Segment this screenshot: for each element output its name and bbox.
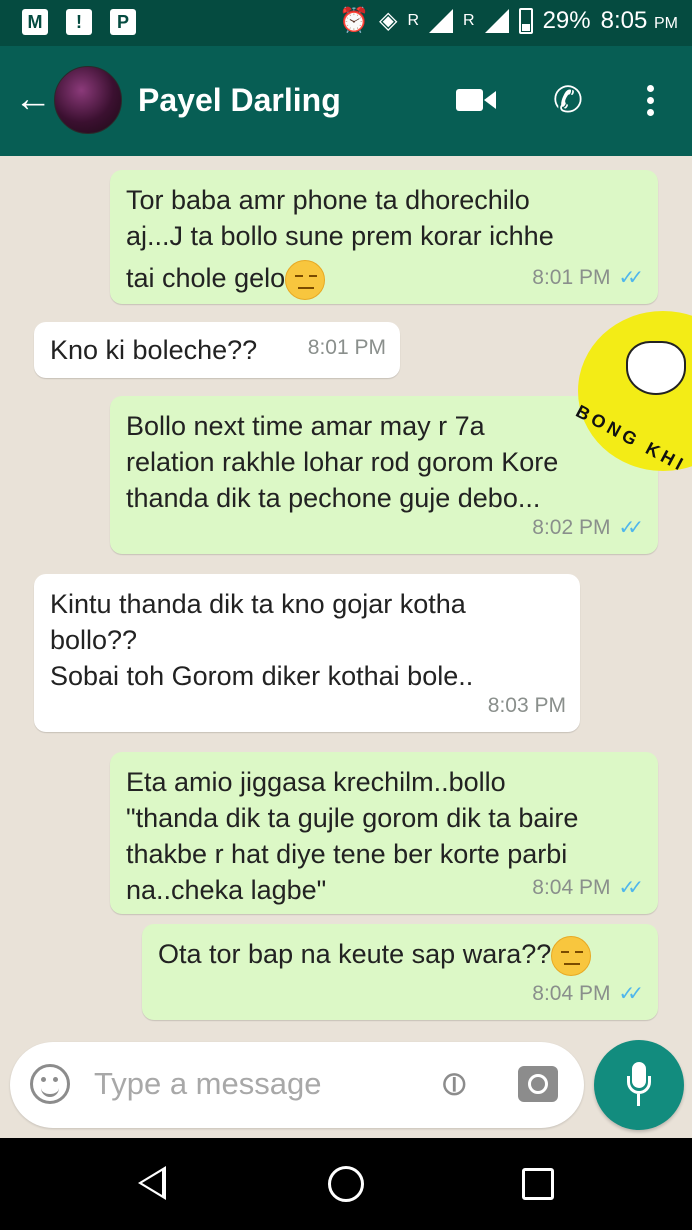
message-line: Kintu thanda dik ta kno gojar kotha <box>50 589 466 619</box>
message-line: Eta amio jiggasa krechilm..bollo <box>126 767 506 797</box>
gmail-icon: M <box>22 9 48 35</box>
camera-icon[interactable] <box>518 1066 558 1102</box>
message-bubble-outgoing[interactable]: Eta amio jiggasa krechilm..bollo "thanda… <box>110 752 658 914</box>
message-text: Ota tor bap na keute sap wara?? <box>158 936 642 976</box>
message-line: Ota tor bap na keute sap wara?? <box>158 939 552 970</box>
message-meta: 8:02 PM ✓✓ <box>532 510 644 546</box>
signal-icon <box>484 8 509 33</box>
avatar[interactable] <box>54 66 122 134</box>
paytm-icon: P <box>110 9 136 35</box>
message-line: Tor baba amr phone ta dhorechilo <box>126 185 530 215</box>
message-time: 8:04 PM <box>532 876 611 899</box>
message-input-bar: Type a message ⊘ <box>0 1038 692 1138</box>
system-nav-bar <box>0 1138 692 1230</box>
read-ticks-icon: ✓✓ <box>618 877 643 899</box>
expressionless-face-icon <box>551 936 592 976</box>
message-bubble-incoming[interactable]: Kintu thanda dik ta kno gojar kotha boll… <box>34 574 580 732</box>
message-line: "thanda dik ta gujle gorom dik ta baire <box>126 803 579 833</box>
message-line: tai chole gelo <box>126 263 286 294</box>
roaming-label-2: R <box>463 11 475 29</box>
mic-button[interactable] <box>594 1040 684 1130</box>
message-bubble-incoming[interactable]: Kno ki boleche?? 8:01 PM <box>34 322 400 378</box>
message-input-field[interactable]: Type a message ⊘ <box>10 1042 584 1128</box>
message-bubble-outgoing[interactable]: Ota tor bap na keute sap wara?? 8:04 PM ✓… <box>142 924 658 1020</box>
status-right: ⏰ ◈ R R 29% 8:05 PM <box>339 6 678 35</box>
roaming-label-1: R <box>407 11 419 29</box>
contact-name[interactable]: Payel Darling <box>138 82 341 119</box>
attach-icon[interactable]: ⊘ <box>426 1056 483 1113</box>
message-time: 8:01 PM <box>307 336 386 359</box>
message-meta: 8:04 PM ✓✓ <box>532 976 644 1012</box>
back-arrow-icon[interactable]: ← <box>14 80 52 118</box>
message-meta: 8:01 PM ✓✓ <box>532 260 644 296</box>
nav-recents-icon[interactable] <box>522 1168 554 1200</box>
message-meta: 8:03 PM <box>488 688 566 724</box>
message-line: thakbe r hat diye tene ber korte parbi <box>126 839 568 869</box>
emoji-icon[interactable] <box>30 1064 70 1104</box>
notification-icon: ! <box>66 9 92 35</box>
message-input-placeholder[interactable]: Type a message <box>94 1066 321 1102</box>
expressionless-face-icon <box>285 260 326 300</box>
nav-back-icon[interactable] <box>138 1166 166 1200</box>
message-time: 8:03 PM <box>487 694 566 717</box>
message-time: 8:01 PM <box>532 266 611 289</box>
signal-icon <box>429 8 453 33</box>
wifi-icon: ◈ <box>378 7 398 34</box>
message-meta: 8:04 PM ✓✓ <box>532 870 644 906</box>
video-call-icon[interactable] <box>456 80 496 120</box>
battery-percent: 29% <box>542 6 591 34</box>
alarm-icon: ⏰ <box>339 7 369 34</box>
message-time: 8:04 PM <box>532 982 611 1005</box>
voice-call-icon[interactable]: ✆ <box>548 79 588 120</box>
status-left-icons: M ! P <box>22 9 136 35</box>
read-ticks-icon: ✓✓ <box>618 267 643 289</box>
battery-icon <box>518 7 533 34</box>
read-ticks-icon: ✓✓ <box>618 983 643 1005</box>
read-ticks-icon: ✓✓ <box>618 517 643 539</box>
troll-face-icon <box>626 341 686 395</box>
chat-area[interactable]: Tor baba amr phone ta dhorechilo aj...J … <box>0 156 692 1038</box>
message-time: 8:02 PM <box>532 516 611 539</box>
message-text: Kintu thanda dik ta kno gojar kotha boll… <box>50 586 564 694</box>
nav-home-icon[interactable] <box>328 1166 364 1202</box>
message-line: relation rakhle lohar rod gorom Kore <box>126 447 559 477</box>
status-bar: M ! P ⏰ ◈ R R 29% 8:05 PM <box>0 0 692 46</box>
message-line-with-emoji: Ota tor bap na keute sap wara?? <box>158 936 642 976</box>
message-bubble-outgoing[interactable]: Tor baba amr phone ta dhorechilo aj...J … <box>110 170 658 304</box>
message-line: Bollo next time amar may r 7a <box>126 411 485 441</box>
message-text: Bollo next time amar may r 7a relation r… <box>126 408 642 516</box>
chat-header: ← Payel Darling ✆ <box>0 46 692 156</box>
message-line: bollo?? <box>50 625 138 655</box>
message-meta: 8:01 PM <box>308 330 386 366</box>
message-line: Kno ki boleche?? <box>50 335 258 365</box>
clock: 8:05 PM <box>601 7 678 35</box>
clock-time: 8:05 <box>600 6 648 34</box>
message-line: aj...J ta bollo sune prem korar ichhe <box>126 221 554 251</box>
more-options-icon[interactable] <box>630 80 670 120</box>
clock-ampm: PM <box>654 14 678 32</box>
